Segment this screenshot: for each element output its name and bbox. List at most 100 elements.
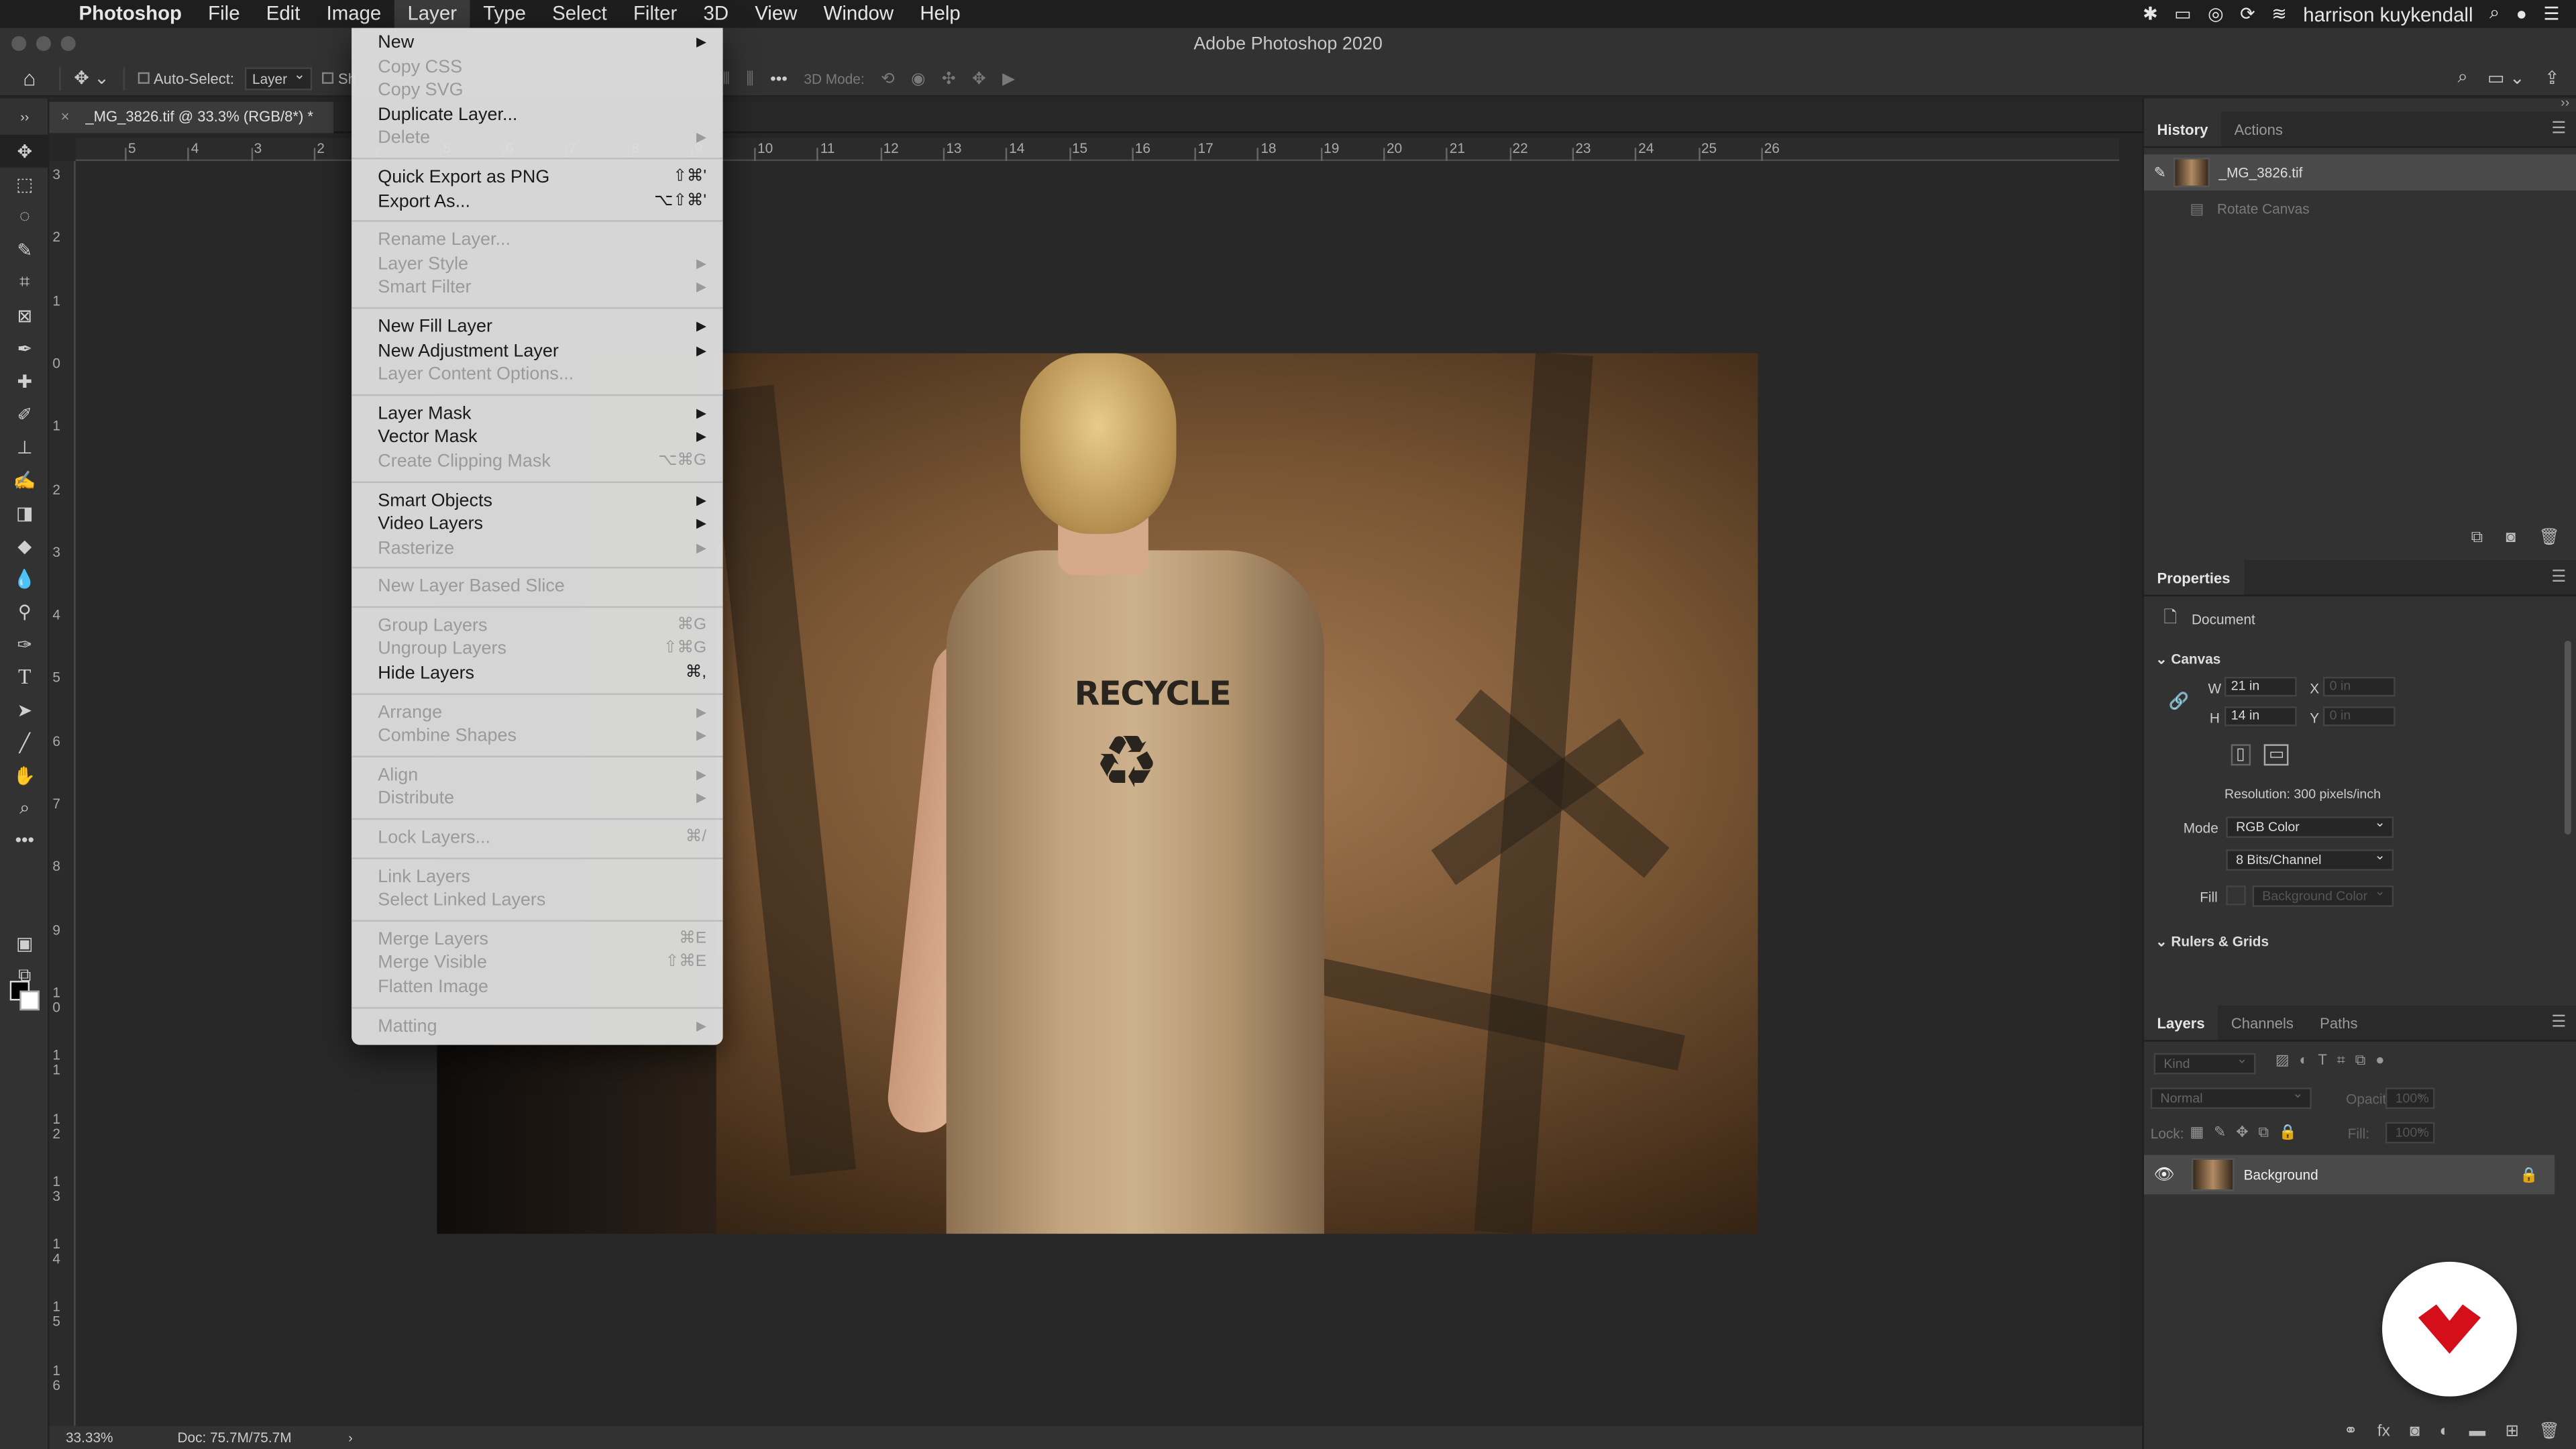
menu-item-new-fill-layer[interactable]: New Fill Layer ▶ (352, 315, 722, 339)
layer-lock-icon[interactable]: 🔒 (2520, 1166, 2538, 1184)
new-snapshot-icon[interactable]: ◙ (2506, 529, 2516, 547)
lock-icons[interactable]: ▦✎✥⧉🔒 (2190, 1124, 2307, 1142)
color-mode-dropdown[interactable]: RGB Color (2226, 813, 2394, 838)
delete-state-icon[interactable]: 🗑 (2538, 529, 2559, 547)
path-select-tool-icon[interactable]: ➤ (0, 693, 49, 726)
history-brush-tool-icon[interactable]: ✍ (0, 464, 49, 496)
roll-3d-icon[interactable]: ◉ (911, 70, 925, 88)
more-options-icon[interactable]: ••• (770, 70, 788, 88)
new-document-from-state-icon[interactable]: ⧉ (2471, 529, 2483, 547)
hand-tool-icon[interactable]: ✋ (0, 759, 49, 792)
align-icon[interactable]: ⫴ (723, 70, 730, 88)
canvas-section-toggle[interactable]: ⌄ Canvas (2155, 651, 2220, 669)
auto-select-target-dropdown[interactable]: Layer (244, 65, 312, 90)
eraser-tool-icon[interactable]: ◨ (0, 496, 49, 529)
quick-select-tool-icon[interactable]: ✎ (0, 233, 49, 266)
bluetooth-icon[interactable]: ✱ (2143, 3, 2158, 25)
tab-history[interactable]: History (2143, 111, 2222, 146)
opacity-field[interactable]: 100% (2385, 1084, 2435, 1110)
close-tab-icon[interactable]: × (61, 102, 70, 133)
status-menu-arrow-icon[interactable]: › (348, 1430, 353, 1445)
tab-layers[interactable]: Layers (2143, 1005, 2218, 1040)
document-info[interactable]: Doc: 75.7M/75.7M (177, 1430, 348, 1446)
menu-type[interactable]: Type (470, 0, 539, 28)
history-brush-source-icon[interactable]: ✎ (2154, 164, 2166, 182)
background-color-swatch[interactable] (19, 990, 40, 1011)
menu-file[interactable]: File (195, 0, 254, 28)
x-field[interactable]: 0 in (2322, 676, 2396, 697)
menu-filter[interactable]: Filter (620, 0, 690, 28)
eyedropper-tool-icon[interactable]: ✒ (0, 332, 49, 365)
slide-3d-icon[interactable]: ✥ (972, 70, 986, 88)
menu-item-layer-mask[interactable]: Layer Mask ▶ (352, 402, 722, 426)
portrait-icon[interactable]: ▯ (2231, 744, 2250, 766)
menu-item-hide-layers[interactable]: Hide Layers ⌘, (352, 662, 722, 686)
menu-item-vector-mask[interactable]: Vector Mask ▶ (352, 426, 722, 450)
clone-stamp-tool-icon[interactable]: ⊥ (0, 431, 49, 464)
y-field[interactable]: 0 in (2322, 706, 2396, 727)
menu-item-quick-export-as-png[interactable]: Quick Export as PNG ⇧⌘' (352, 166, 722, 190)
link-icon[interactable]: 🔗 (2169, 693, 2189, 711)
quick-mask-icon[interactable]: ▣ (0, 926, 49, 959)
zoom-window-button[interactable] (60, 36, 76, 51)
menu-select[interactable]: Select (539, 0, 621, 28)
fx-icon[interactable]: fx (2377, 1423, 2390, 1441)
move-tool-icon[interactable]: ✥ (0, 134, 50, 168)
zoom-tool-icon[interactable]: ⌕ (0, 792, 49, 824)
history-state[interactable]: ▤ Rotate Canvas (2144, 191, 2576, 227)
spotlight-icon[interactable]: ⌕ (2489, 3, 2500, 25)
frame-tool-icon[interactable]: ⊠ (0, 299, 49, 332)
vertical-ruler[interactable]: 32101234567891 01 11 21 31 41 51 6 (49, 161, 76, 1426)
new-group-icon[interactable]: ▬ (2469, 1423, 2485, 1441)
scale-3d-icon[interactable]: ▶ (1002, 70, 1015, 88)
menu-view[interactable]: View (742, 0, 810, 28)
menu-image[interactable]: Image (313, 0, 394, 28)
share-icon[interactable]: ⇪ (2544, 67, 2560, 89)
siri-icon[interactable]: ● (2516, 4, 2527, 23)
menu-window[interactable]: Window (810, 0, 907, 28)
zoom-level[interactable]: 33.33% (66, 1430, 178, 1446)
crop-tool-icon[interactable]: ⌗ (0, 266, 49, 299)
screen-mode-icon[interactable]: ⧉ (0, 959, 49, 992)
blend-mode-dropdown[interactable]: Normal (2150, 1084, 2312, 1110)
display-icon[interactable]: ▭ (2174, 3, 2191, 25)
document-tab[interactable]: × _MG_3826.tif @ 33.3% (RGB/8*) * (49, 101, 333, 133)
move-tool-icon[interactable]: ✥ ⌄ (74, 67, 109, 89)
height-field[interactable]: 14 in (2224, 706, 2297, 727)
panel-collapse-icon[interactable]: ›› (2561, 95, 2569, 110)
distribute-icon[interactable]: ⫼ (746, 70, 753, 88)
gradient-tool-icon[interactable]: ◆ (0, 529, 49, 562)
add-mask-icon[interactable]: ◙ (2410, 1423, 2420, 1441)
user-name[interactable]: harrison kuykendall (2303, 3, 2473, 25)
menu-item-new[interactable]: New ▶ (352, 32, 722, 56)
search-icon[interactable]: ⌕ (2458, 67, 2468, 89)
width-field[interactable]: 21 in (2224, 676, 2297, 697)
menu-app[interactable]: Photoshop (66, 0, 195, 28)
layer-name[interactable]: Background (2244, 1167, 2318, 1183)
menu-item-new-adjustment-layer[interactable]: New Adjustment Layer ▶ (352, 339, 722, 364)
line-tool-icon[interactable]: ╱ (0, 726, 49, 759)
blur-tool-icon[interactable]: 💧 (0, 562, 49, 595)
panel-menu-icon[interactable]: ☰ (2551, 112, 2566, 148)
brush-tool-icon[interactable]: ✐ (0, 398, 49, 431)
menu-item-export-as[interactable]: Export As... ⌥⇧⌘' (352, 190, 722, 214)
collapse-icon[interactable]: ›› (0, 99, 49, 135)
marquee-tool-icon[interactable]: ⬚ (0, 168, 49, 201)
tab-paths[interactable]: Paths (2307, 1006, 2371, 1040)
fill-opacity-field[interactable]: 100% (2385, 1119, 2435, 1144)
auto-select-checkbox[interactable] (137, 72, 149, 84)
menu-item-smart-objects[interactable]: Smart Objects ▶ (352, 489, 722, 513)
menu-item-duplicate-layer[interactable]: Duplicate Layer... (352, 103, 722, 127)
orbit-3d-icon[interactable]: ⟲ (881, 70, 895, 88)
wifi-icon[interactable]: ≋ (2271, 3, 2287, 25)
pen-tool-icon[interactable]: ✑ (0, 628, 49, 661)
landscape-icon[interactable]: ▭ (2263, 744, 2290, 766)
visibility-eye-icon[interactable]: 👁 (2154, 1166, 2175, 1184)
panel-menu-icon[interactable]: ☰ (2551, 560, 2566, 596)
bit-depth-dropdown[interactable]: 8 Bits/Channel (2226, 846, 2394, 871)
minimize-window-button[interactable] (36, 36, 51, 51)
panel-menu-icon[interactable]: ☰ (2551, 1006, 2566, 1042)
layer-row-background[interactable]: 👁 Background 🔒 (2143, 1155, 2555, 1195)
show-transform-checkbox[interactable] (321, 72, 333, 84)
layer-filter-icons[interactable]: ▨◐T⌗⧉● (2275, 1051, 2394, 1069)
